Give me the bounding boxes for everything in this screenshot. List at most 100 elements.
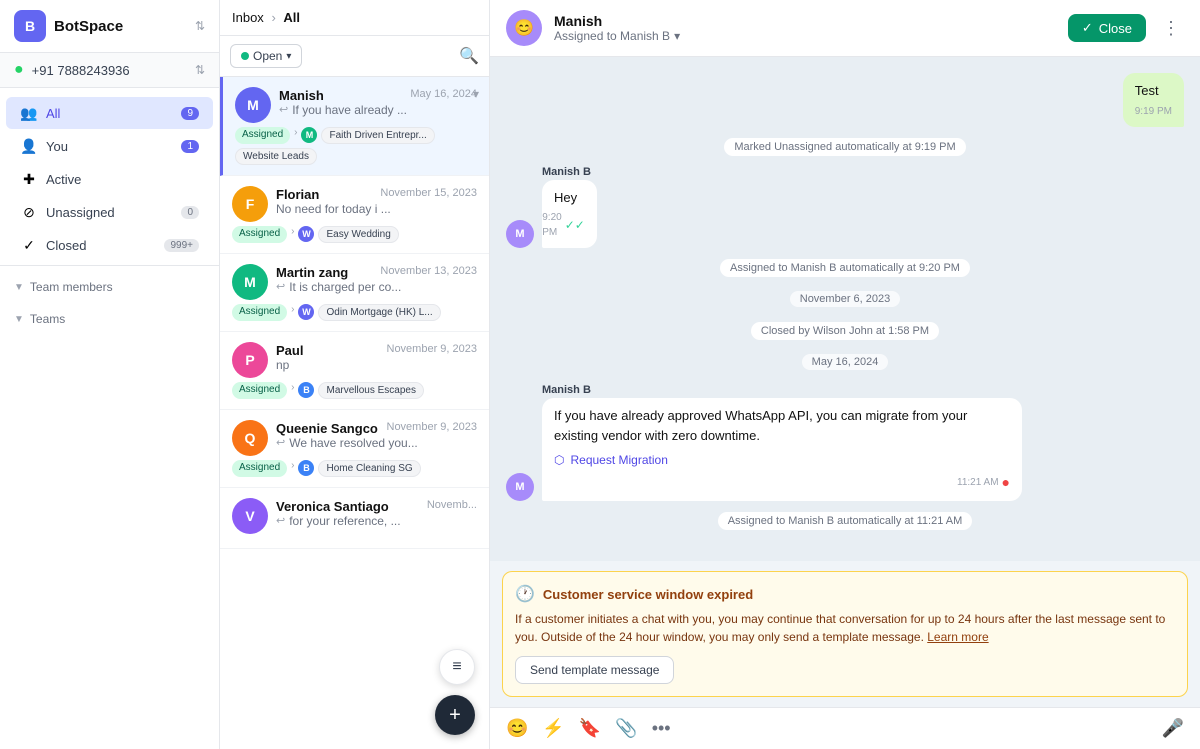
- brand-chevron-icon[interactable]: ⇅: [195, 19, 205, 33]
- message-test: Test 9:19 PM: [506, 73, 1184, 127]
- inbox-item-florian[interactable]: F Florian November 15, 2023 No need for …: [220, 176, 489, 254]
- phone-selector[interactable]: ● +91 7888243936 ⇅: [0, 53, 219, 88]
- msg-avatar-manishb: M: [506, 220, 534, 248]
- nav-label-unassigned: Unassigned: [46, 205, 173, 220]
- msg-content-migration: Manish B If you have already approved Wh…: [542, 384, 1022, 501]
- filter-chevron-icon: ▾: [286, 51, 291, 62]
- chat-contact-info: Manish Assigned to Manish B ▾: [554, 13, 1056, 43]
- inbox-item-veronica[interactable]: V Veronica Santiago Novemb... ↩ for your…: [220, 488, 489, 549]
- inbox-time-veronica: Novemb...: [427, 499, 477, 514]
- msg-content-hey: Manish B Hey 9:20 PM ✓✓: [542, 166, 626, 249]
- inbox-item-manish[interactable]: M Manish May 16, 2024 ↩ If you have alre…: [220, 77, 489, 176]
- sidebar-item-unassigned[interactable]: ⊘ Unassigned 0: [6, 196, 213, 228]
- quick-reply-icon[interactable]: ⚡: [542, 718, 564, 739]
- tag-arrow-f: ›: [291, 226, 294, 243]
- assigned-chevron-icon[interactable]: ▾: [674, 29, 680, 43]
- inbox-name-veronica: Veronica Santiago: [276, 499, 389, 514]
- search-button[interactable]: 🔍: [459, 46, 479, 66]
- inbox-preview-veronica: ↩ for your reference, ...: [276, 514, 477, 528]
- system-msg-assigned-1121: Assigned to Manish B automatically at 11…: [506, 511, 1184, 530]
- sidebar-nav: 👥 All 9 👤 You 1 ✚ Active ⊘ Unassigned 0 …: [0, 88, 219, 749]
- send-template-button[interactable]: Send template message: [515, 656, 674, 684]
- teams-toggle[interactable]: ▼ Teams: [14, 308, 205, 330]
- preview-text-veronica: for your reference, ...: [289, 514, 400, 528]
- inbox-item-meta-paul: Paul November 9, 2023 np: [276, 343, 477, 378]
- compose-button[interactable]: +: [435, 695, 475, 735]
- bookmark-icon[interactable]: 🔖: [579, 718, 601, 739]
- inbox-item-meta-martin: Martin zang November 13, 2023 ↩ It is ch…: [276, 265, 477, 300]
- chat-assigned-label: Assigned to Manish B ▾: [554, 29, 1056, 43]
- message-bubble-hey: Hey 9:20 PM ✓✓: [542, 180, 597, 249]
- chat-messages: Test 9:19 PM Marked Unassigned automatic…: [490, 57, 1200, 561]
- mic-icon[interactable]: 🎤: [1162, 718, 1184, 739]
- more-options-button[interactable]: ⋮: [1158, 14, 1184, 43]
- system-text-closed: Closed by Wilson John at 1:58 PM: [751, 322, 939, 340]
- tag-assigned-paul: Assigned: [232, 382, 287, 399]
- emoji-icon[interactable]: 😊: [506, 718, 528, 739]
- sidebar-header: B BotSpace ⇅: [0, 0, 219, 53]
- inbox-item-queenie[interactable]: Q Queenie Sangco November 9, 2023 ↩ We h…: [220, 410, 489, 488]
- inbox-item-martin[interactable]: M Martin zang November 13, 2023 ↩ It is …: [220, 254, 489, 332]
- message-hey: M Manish B Hey 9:20 PM ✓✓: [506, 166, 1184, 249]
- nav-label-active: Active: [46, 172, 199, 187]
- avatar-martin: M: [232, 264, 268, 300]
- tag-arrow-paul: ›: [291, 382, 294, 399]
- msg-sender-migration: Manish B: [542, 384, 1022, 396]
- read-receipt-icon: ✓✓: [565, 216, 585, 234]
- team-members-toggle[interactable]: ▼ Team members: [14, 276, 205, 298]
- avatar-florian: F: [232, 186, 268, 222]
- warning-body-text: If a customer initiates a chat with you,…: [515, 612, 1165, 644]
- nav-label-closed: Closed: [46, 238, 156, 253]
- brand-name: BotSpace: [54, 18, 187, 35]
- tag-odin: Odin Mortgage (HK) L...: [318, 304, 440, 321]
- more-icons[interactable]: •••: [652, 718, 671, 739]
- assigned-text: Assigned to Manish B: [554, 29, 670, 43]
- sidebar: B BotSpace ⇅ ● +91 7888243936 ⇅ 👥 All 9 …: [0, 0, 220, 749]
- system-msg-closed: Closed by Wilson John at 1:58 PM: [506, 321, 1184, 340]
- agent-dot-m: M: [301, 127, 317, 143]
- inbox-preview-martin: ↩ It is charged per co...: [276, 280, 477, 294]
- sidebar-item-all[interactable]: 👥 All 9: [6, 97, 213, 129]
- avatar-paul: P: [232, 342, 268, 378]
- message-text-migration: If you have already approved WhatsApp AP…: [554, 406, 1010, 445]
- warning-clock-icon: 🕐: [515, 584, 535, 604]
- request-migration-link[interactable]: ⬡ Request Migration: [554, 451, 1010, 469]
- sidebar-item-active[interactable]: ✚ Active: [6, 163, 213, 195]
- tag-assigned: Assigned: [235, 127, 290, 144]
- tag-easy-wedding: Easy Wedding: [318, 226, 398, 243]
- agent-dot-w: W: [298, 226, 314, 242]
- you-icon: 👤: [20, 137, 38, 155]
- chat-header: 😊 Manish Assigned to Manish B ▾ ✓ Close …: [490, 0, 1200, 57]
- filter-fab-button[interactable]: ≡: [439, 649, 475, 685]
- reply-icon-q: ↩: [276, 436, 285, 449]
- plus-icon: +: [449, 704, 461, 727]
- message-migration: M Manish B If you have already approved …: [506, 384, 1184, 501]
- attachment-icon[interactable]: 📎: [615, 718, 637, 739]
- expand-button-manish[interactable]: ▾: [473, 87, 479, 101]
- agent-dot-b: B: [298, 382, 314, 398]
- inbox-list: M Manish May 16, 2024 ↩ If you have alre…: [220, 77, 489, 549]
- nav-badge-unassigned: 0: [181, 206, 199, 219]
- breadcrumb-inbox: Inbox: [232, 10, 264, 25]
- chat-contact-name: Manish: [554, 13, 1056, 29]
- preview-text-martin: It is charged per co...: [289, 280, 401, 294]
- inbox-tags-paul: Assigned › B Marvellous Escapes: [232, 382, 477, 399]
- inbox-name-manish: Manish: [279, 88, 324, 103]
- sidebar-item-closed[interactable]: ✓ Closed 999+: [6, 229, 213, 261]
- message-time-hey: 9:20 PM ✓✓: [554, 210, 585, 240]
- msg-sender-hey: Manish B: [542, 166, 626, 178]
- sidebar-item-you[interactable]: 👤 You 1: [6, 130, 213, 162]
- input-icons: 😊 ⚡ 🔖 📎 •••: [506, 718, 671, 739]
- tag-assigned-queenie: Assigned: [232, 460, 287, 477]
- open-filter-button[interactable]: Open ▾: [230, 44, 302, 68]
- tag-faith: Faith Driven Entrepr...: [321, 127, 434, 144]
- teams-chevron-icon: ▼: [14, 314, 24, 325]
- message-text-test: Test: [1135, 81, 1172, 101]
- close-conversation-button[interactable]: ✓ Close: [1068, 14, 1146, 42]
- inbox-item-paul[interactable]: P Paul November 9, 2023 np Assig: [220, 332, 489, 410]
- system-text-assigned-1121: Assigned to Manish B automatically at 11…: [718, 512, 973, 530]
- tag-website-leads: Website Leads: [235, 148, 317, 165]
- inbox-header: Inbox › All: [220, 0, 489, 36]
- inbox-item-meta-florian: Florian November 15, 2023 No need for to…: [276, 187, 477, 222]
- learn-more-link[interactable]: Learn more: [927, 630, 988, 644]
